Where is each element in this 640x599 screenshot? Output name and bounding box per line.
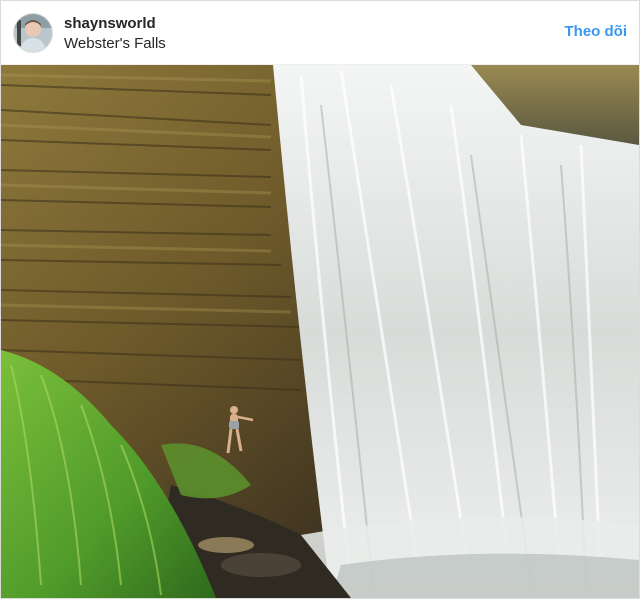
post-header: shaynsworld Webster's Falls Theo dõi	[1, 1, 639, 65]
location-link[interactable]: Webster's Falls	[64, 35, 166, 52]
waterfall-photo[interactable]	[1, 65, 639, 598]
username[interactable]: shaynsworld	[64, 15, 156, 32]
profile-avatar-icon[interactable]	[13, 13, 53, 53]
follow-button[interactable]: Theo dõi	[565, 23, 628, 40]
instagram-post: shaynsworld Webster's Falls Theo dõi	[0, 0, 640, 599]
